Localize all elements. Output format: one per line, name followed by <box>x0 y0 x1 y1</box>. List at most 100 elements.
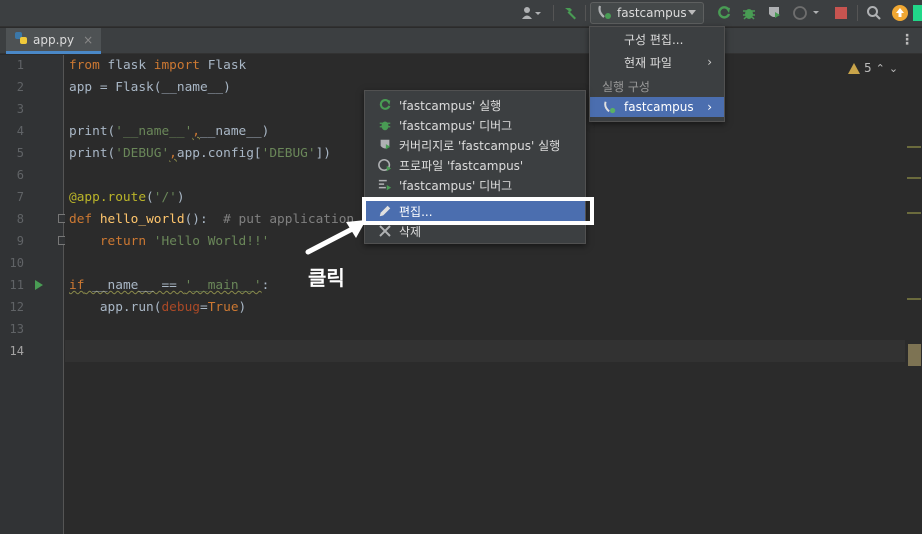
menu-item-label: 구성 편집... <box>624 32 684 47</box>
code-token: debug <box>161 300 200 315</box>
tab-filename: app.py <box>33 32 75 47</box>
run-config-menu: 구성 편집... 현재 파일 › 실행 구성 fastcampus › <box>589 26 725 122</box>
coverage-icon <box>377 137 393 153</box>
menu-item-label: 현재 파일 <box>624 55 672 70</box>
main-toolbar: fastcampus <box>0 0 922 27</box>
menu-item-run[interactable]: 'fastcampus' 실행 <box>365 95 585 115</box>
tab-app-py[interactable]: app.py × <box>6 28 102 54</box>
line-number: 1 <box>16 58 24 72</box>
menu-item-fastcampus[interactable]: fastcampus › <box>590 97 724 117</box>
menu-item-label: 'fastcampus' 디버그 <box>399 178 513 193</box>
warning-count: 5 <box>864 61 872 75</box>
code-token: (): <box>184 212 224 227</box>
menu-header-run-configurations: 실행 구성 <box>590 76 724 96</box>
inspection-widget[interactable]: 5 ⌃ ⌄ <box>848 60 898 76</box>
code-token: if <box>69 278 85 293</box>
line-number: 7 <box>16 190 24 204</box>
code-token: ) <box>238 300 247 315</box>
code-token: = <box>199 300 208 315</box>
rerun-icon[interactable] <box>715 4 733 22</box>
annotation-arrow-icon <box>305 220 366 255</box>
code-token: '/' <box>153 190 177 205</box>
menu-item-label: fastcampus <box>624 100 694 114</box>
code-token: def <box>69 212 93 227</box>
line-number: 9 <box>16 234 24 248</box>
menu-header-label: 실행 구성 <box>602 79 650 94</box>
update-icon[interactable] <box>891 4 909 22</box>
search-icon[interactable] <box>865 4 883 22</box>
menu-item-label: 'fastcampus' 실행 <box>399 98 502 113</box>
code-line: app = Flask(__name__) <box>69 77 231 99</box>
warning-marker[interactable] <box>907 298 921 300</box>
ide-logo-icon[interactable] <box>913 4 922 22</box>
run-config-name: fastcampus <box>617 6 687 20</box>
code-token: ( <box>146 190 154 205</box>
chevron-down-icon[interactable]: ⌄ <box>889 62 898 75</box>
code-token: import <box>153 58 200 73</box>
stop-icon[interactable] <box>833 4 849 22</box>
python-file-icon <box>14 31 28 48</box>
code-token: return <box>99 234 147 249</box>
code-token: 'DEBUG' <box>115 146 170 161</box>
user-icon[interactable] <box>519 4 545 22</box>
chevron-right-icon: › <box>707 55 712 69</box>
code-line: @app.route('/') <box>69 187 185 209</box>
python-icon <box>602 99 618 115</box>
menu-item-profile[interactable]: 프로파일 'fastcampus' <box>365 155 585 175</box>
code-token: @app.route <box>69 190 147 205</box>
line-number: 11 <box>9 278 24 292</box>
line-number-gutter: 1 2 3 4 5 6 7 8 9 10 11 12 13 14 <box>0 55 67 534</box>
warning-marker[interactable] <box>907 177 921 179</box>
warning-icon <box>848 62 860 74</box>
debug-icon <box>377 117 393 133</box>
error-stripe[interactable] <box>905 55 922 534</box>
code-line: return 'Hello World!!' <box>69 231 270 253</box>
code-token: 'Hello World!!' <box>153 234 270 249</box>
concurrency-icon <box>377 177 393 193</box>
line-number: 10 <box>9 256 24 270</box>
code-token: print( <box>69 146 116 161</box>
code-line: print('DEBUG',app.config['DEBUG']) <box>69 143 331 165</box>
line-number: 12 <box>9 300 24 314</box>
line-number: 13 <box>9 322 24 336</box>
chevron-up-icon[interactable]: ⌃ <box>876 62 885 75</box>
menu-item-concurrency-diagram[interactable]: 'fastcampus' 디버그 <box>365 175 585 195</box>
profile-icon[interactable] <box>792 4 822 22</box>
build-hammer-icon[interactable] <box>561 4 579 22</box>
chevron-right-icon: › <box>707 100 712 114</box>
warning-marker[interactable] <box>907 212 921 214</box>
menu-item-run-with-coverage[interactable]: 커버리지로 'fastcampus' 실행 <box>365 135 585 155</box>
code-token: app = Flask(__name__) <box>69 80 231 95</box>
code-token: flask <box>99 58 154 73</box>
menu-item-label: 커버리지로 'fastcampus' 실행 <box>399 138 561 153</box>
code-token: 'DEBUG' <box>261 146 316 161</box>
warning-marker[interactable] <box>907 146 921 148</box>
close-icon[interactable]: × <box>83 33 93 47</box>
menu-item-edit-configurations[interactable]: 구성 편집... <box>590 29 724 49</box>
coverage-icon[interactable] <box>765 4 783 22</box>
profile-icon <box>377 157 393 173</box>
code-token: app.run( <box>69 300 162 315</box>
menu-item-debug[interactable]: 'fastcampus' 디버그 <box>365 115 585 135</box>
code-token: '__main__' <box>184 278 262 293</box>
run-gutter-icon[interactable] <box>35 280 43 290</box>
run-config-selector[interactable]: fastcampus <box>590 2 704 24</box>
code-line: print('__name__',__name__) <box>69 121 269 143</box>
line-number: 14 <box>9 344 24 358</box>
code-line: if __name__ == '__main__': <box>69 275 269 297</box>
menu-item-current-file[interactable]: 현재 파일 › <box>590 52 724 72</box>
code-token: __name__) <box>200 124 270 139</box>
code-token: hello_world <box>99 212 185 227</box>
debug-icon[interactable] <box>740 4 758 22</box>
more-options-icon[interactable]: ⋮ <box>900 32 914 48</box>
python-icon <box>597 4 613 23</box>
code-line: app.run(debug=True) <box>69 297 246 319</box>
code-token: Flask <box>200 58 247 73</box>
line-number: 2 <box>16 80 24 94</box>
line-number: 4 <box>16 124 24 138</box>
code-token: : <box>261 278 270 293</box>
code-token: , <box>169 146 177 161</box>
run-icon <box>377 97 393 113</box>
